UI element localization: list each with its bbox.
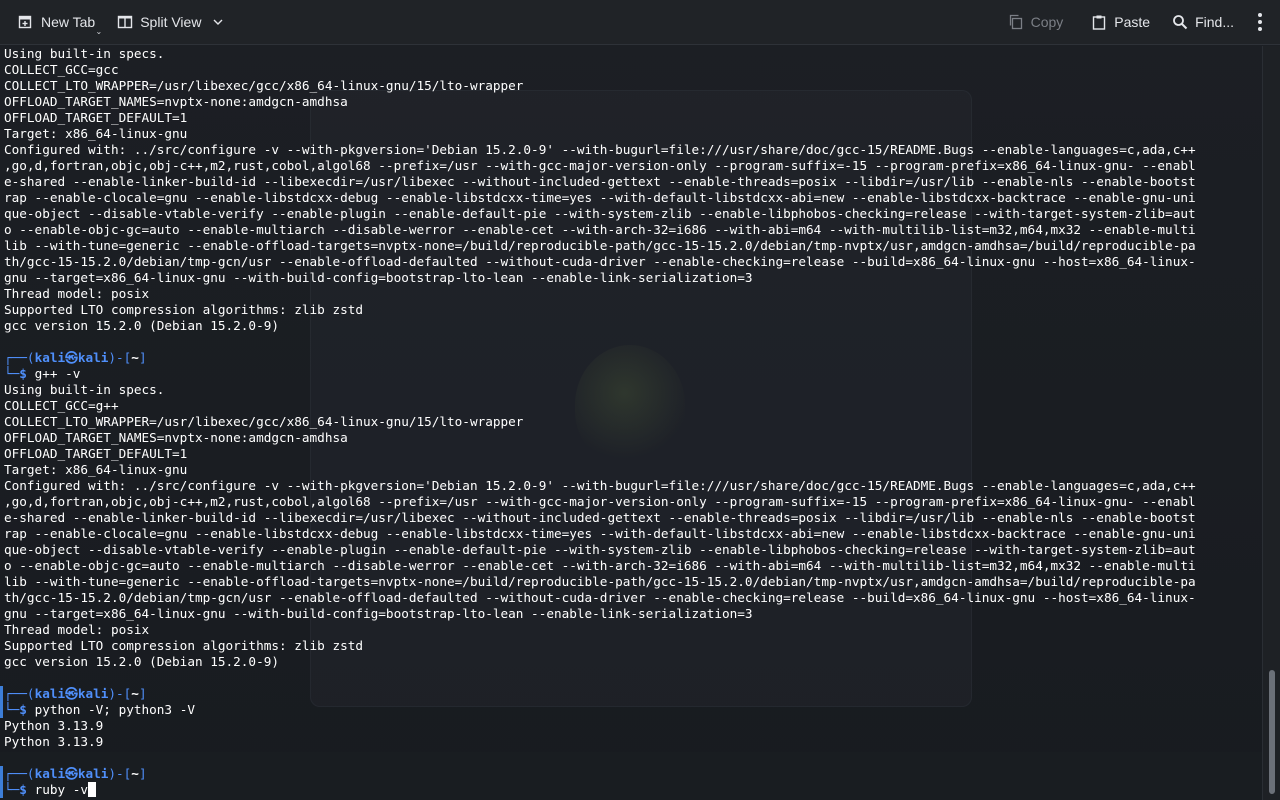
copy-label: Copy bbox=[1030, 14, 1064, 30]
output-line: Thread model: posix bbox=[4, 286, 150, 301]
output-line: Python 3.13.9 bbox=[4, 718, 104, 733]
prompt-at-symbol: ㉿ bbox=[65, 686, 78, 701]
output-line: o --enable-objc-gc=auto --enable-multiar… bbox=[4, 558, 1196, 573]
output-line: Configured with: ../src/configure -v --w… bbox=[4, 478, 1196, 493]
split-view-label: Split View bbox=[140, 14, 202, 30]
copy-icon bbox=[1008, 14, 1024, 30]
prompt-host: kali bbox=[77, 766, 109, 781]
output-line: que-object --disable-vtable-verify --ena… bbox=[4, 542, 1196, 557]
output-line: gcc version 15.2.0 (Debian 15.2.0-9) bbox=[4, 654, 279, 669]
output-line: COLLECT_LTO_WRAPPER=/usr/libexec/gcc/x86… bbox=[4, 78, 524, 93]
output-line: COLLECT_LTO_WRAPPER=/usr/libexec/gcc/x86… bbox=[4, 414, 524, 429]
output-line: que-object --disable-vtable-verify --ena… bbox=[4, 206, 1196, 221]
prompt-block: ┌──(kali㉿kali)-[~] └─$ python -V; python… bbox=[0, 686, 1258, 718]
command-text: g++ -v bbox=[34, 366, 81, 381]
output-line: th/gcc-15-15.2.0/debian/tmp-gcn/usr --en… bbox=[4, 590, 1196, 605]
split-view-button[interactable]: Split View bbox=[109, 6, 232, 38]
split-view-icon bbox=[117, 14, 133, 30]
prompt-dir: ~ bbox=[131, 350, 139, 365]
output-line: o --enable-objc-gc=auto --enable-multiar… bbox=[4, 222, 1196, 237]
terminal-output[interactable]: Using built-in specs. COLLECT_GCC=gcc COLL… bbox=[0, 46, 1262, 800]
output-line: rap --enable-clocale=gnu --enable-libstd… bbox=[4, 526, 1196, 541]
chevron-down-icon[interactable] bbox=[212, 16, 224, 28]
output-line: Configured with: ../src/configure -v --w… bbox=[4, 142, 1196, 157]
new-tab-dropdown-icon[interactable]: ⌄ bbox=[96, 27, 103, 36]
terminal-window: New Tab ⌄ Split View Copy Paste Find... … bbox=[0, 0, 1280, 800]
prompt-host: kali bbox=[77, 350, 109, 365]
find-label: Find... bbox=[1195, 14, 1234, 30]
gcc-output-block: Using built-in specs. COLLECT_GCC=gcc COLL… bbox=[4, 46, 1258, 334]
output-line: ,go,d,fortran,objc,obj-c++,m2,rust,cobol… bbox=[4, 158, 1196, 173]
output-line: rap --enable-clocale=gnu --enable-libstd… bbox=[4, 190, 1196, 205]
output-line: e-shared --enable-linker-build-id --libe… bbox=[4, 174, 1196, 189]
hamburger-menu-icon[interactable] bbox=[1248, 6, 1272, 38]
paste-button[interactable]: Paste bbox=[1083, 6, 1158, 38]
output-line: Supported LTO compression algorithms: zl… bbox=[4, 638, 364, 653]
output-line: th/gcc-15-15.2.0/debian/tmp-gcn/usr --en… bbox=[4, 254, 1196, 269]
copy-button[interactable]: Copy bbox=[1000, 6, 1072, 38]
output-line: Using built-in specs. bbox=[4, 382, 165, 397]
find-button[interactable]: Find... bbox=[1164, 6, 1242, 38]
output-line: OFFLOAD_TARGET_NAMES=nvptx-none:amdgcn-a… bbox=[4, 94, 348, 109]
prompt-at-symbol: ㉿ bbox=[65, 350, 78, 365]
scrollbar-thumb[interactable] bbox=[1269, 670, 1275, 794]
new-tab-label: New Tab bbox=[41, 14, 96, 30]
output-line: e-shared --enable-linker-build-id --libe… bbox=[4, 510, 1196, 525]
gpp-output-block: Using built-in specs. COLLECT_GCC=g++ COLL… bbox=[4, 382, 1258, 670]
output-line: COLLECT_GCC=g++ bbox=[4, 398, 119, 413]
prompt-marker bbox=[0, 766, 3, 798]
prompt-block: ┌──(kali㉿kali)-[~] └─$ ruby -v bbox=[0, 766, 1258, 798]
prompt-user: kali bbox=[34, 766, 66, 781]
prompt-dir: ~ bbox=[131, 686, 139, 701]
text-cursor bbox=[88, 782, 97, 797]
prompt-host: kali bbox=[77, 686, 109, 701]
output-line: gcc version 15.2.0 (Debian 15.2.0-9) bbox=[4, 318, 279, 333]
output-line: OFFLOAD_TARGET_DEFAULT=1 bbox=[4, 110, 188, 125]
prompt-block: ┌──(kali㉿kali)-[~] └─$ g++ -v bbox=[4, 350, 147, 381]
command-input[interactable]: ruby -v bbox=[35, 782, 88, 797]
output-line: gnu --target=x86_64-linux-gnu --with-bui… bbox=[4, 606, 753, 621]
prompt-user: kali bbox=[34, 686, 66, 701]
output-line: COLLECT_GCC=gcc bbox=[4, 62, 119, 77]
prompt-at-symbol: ㉿ bbox=[65, 766, 78, 781]
output-line: Target: x86_64-linux-gnu bbox=[4, 126, 188, 141]
output-line: gnu --target=x86_64-linux-gnu --with-bui… bbox=[4, 270, 753, 285]
output-line: Python 3.13.9 bbox=[4, 734, 104, 749]
output-line: OFFLOAD_TARGET_NAMES=nvptx-none:amdgcn-a… bbox=[4, 430, 348, 445]
new-tab-icon bbox=[18, 14, 34, 30]
new-tab-button[interactable]: New Tab ⌄ bbox=[10, 6, 103, 38]
paste-label: Paste bbox=[1114, 14, 1151, 30]
output-line: OFFLOAD_TARGET_DEFAULT=1 bbox=[4, 446, 188, 461]
prompt-dir: ~ bbox=[131, 766, 139, 781]
output-line: lib --with-tune=generic --enable-offload… bbox=[4, 574, 1196, 589]
command-text: python -V; python3 -V bbox=[34, 702, 195, 717]
prompt-marker bbox=[0, 686, 3, 718]
output-line: Supported LTO compression algorithms: zl… bbox=[4, 302, 364, 317]
output-line: Thread model: posix bbox=[4, 622, 150, 637]
scrollbar[interactable] bbox=[1262, 46, 1280, 800]
python-output-block: Python 3.13.9 Python 3.13.9 bbox=[4, 718, 1258, 750]
output-line: Target: x86_64-linux-gnu bbox=[4, 462, 188, 477]
output-line: ,go,d,fortran,objc,obj-c++,m2,rust,cobol… bbox=[4, 494, 1196, 509]
search-icon bbox=[1172, 14, 1188, 30]
terminal-toolbar: New Tab ⌄ Split View Copy Paste Find... bbox=[0, 0, 1280, 45]
prompt-user: kali bbox=[34, 350, 66, 365]
output-line: lib --with-tune=generic --enable-offload… bbox=[4, 238, 1196, 253]
paste-icon bbox=[1091, 14, 1107, 30]
output-line: Using built-in specs. bbox=[4, 46, 165, 61]
